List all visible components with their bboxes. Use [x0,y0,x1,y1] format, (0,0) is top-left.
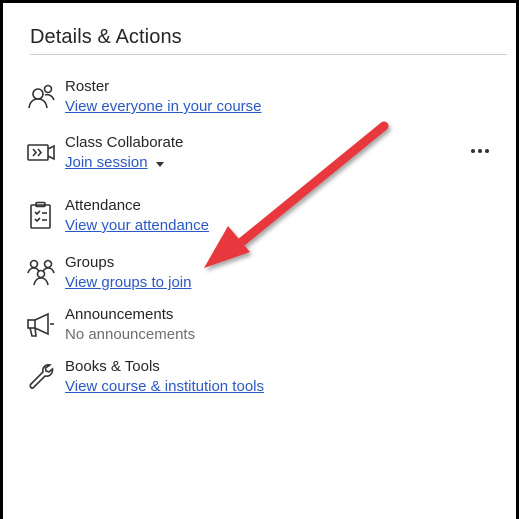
roster-item: Roster View everyone in your course [26,78,446,124]
more-options-button[interactable] [469,145,493,157]
roster-label: Roster [65,78,110,95]
wrench-icon [26,362,56,390]
groups-link[interactable]: View groups to join [65,274,191,291]
announcements-label: Announcements [65,306,174,323]
join-session-link[interactable]: Join session [65,154,148,171]
attendance-link[interactable]: View your attendance [65,217,209,234]
books-tools-link[interactable]: View course & institution tools [65,378,264,395]
roster-icon [26,82,56,110]
books-tools-label: Books & Tools [65,358,160,375]
announcements-status: No announcements [65,326,196,343]
books-tools-item: Books & Tools View course & institution … [26,358,446,404]
roster-link[interactable]: View everyone in your course [65,98,262,115]
attendance-label: Attendance [65,197,141,214]
title-divider [30,54,507,55]
megaphone-icon [26,310,56,338]
groups-item: Groups View groups to join [26,254,446,300]
collaborate-icon [26,138,56,166]
attendance-icon [26,201,56,229]
groups-icon [26,258,56,286]
panel-title: Details & Actions [30,26,182,48]
class-collaborate-item: Class Collaborate Join session [26,134,446,180]
announcements-item: Announcements No announcements [26,306,446,352]
groups-label: Groups [65,254,115,271]
class-collaborate-label: Class Collaborate [65,134,184,151]
attendance-item: Attendance View your attendance [26,197,446,243]
chevron-down-icon[interactable] [156,162,164,167]
